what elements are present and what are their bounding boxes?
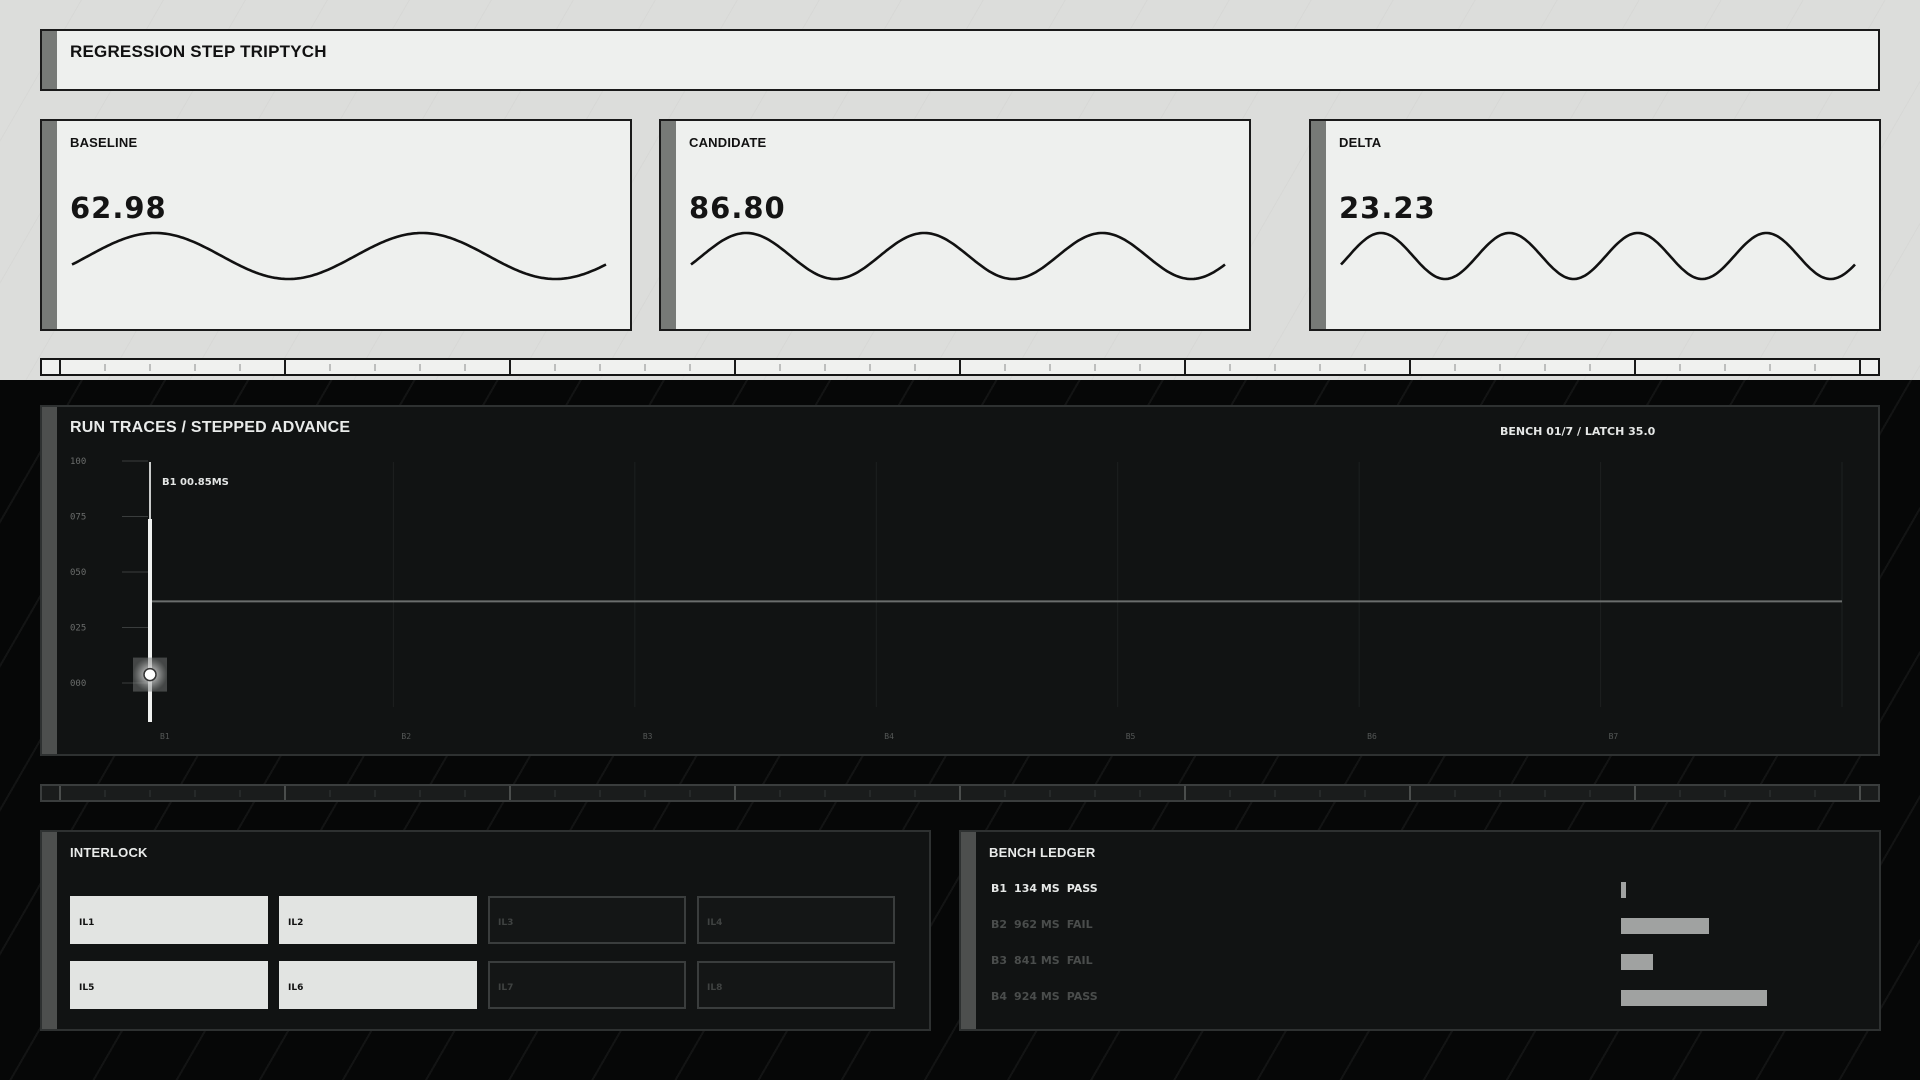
interlock-il1[interactable]: IL1 [70, 896, 268, 944]
panel-accent [661, 121, 676, 329]
ledger-bar [1621, 954, 1653, 970]
ruler-ticks [59, 786, 1861, 800]
header-panel: REGRESSION STEP TRIPTYCH [40, 29, 1880, 91]
interlock-panel: INTERLOCK IL1 IL2 IL3 IL4 IL5 IL6 IL7 IL8 [40, 830, 931, 1031]
ledger-duration: 841 MS [1014, 954, 1060, 967]
sparkline-delta [1340, 231, 1856, 281]
category-label: B5 [1126, 732, 1136, 741]
ledger-status: FAIL [1066, 954, 1093, 967]
marker-dot [143, 667, 157, 682]
ledger-bench: B4 [991, 990, 1008, 1003]
category-label: B6 [1367, 732, 1377, 741]
interlock-label: IL5 [79, 983, 95, 993]
interlock-title: INTERLOCK [70, 845, 148, 860]
ledger-bar [1621, 990, 1767, 1006]
interlock-il7[interactable]: IL7 [488, 961, 686, 1009]
interlock-label: IL1 [79, 918, 95, 928]
metric-card-candidate: CANDIDATE 86.80 [659, 119, 1251, 331]
interlock-label: IL6 [288, 983, 304, 993]
sparkline-path [690, 231, 1226, 281]
interlock-il6[interactable]: IL6 [279, 961, 477, 1009]
category-label: B4 [884, 732, 894, 741]
ledger-duration: 134 MS [1014, 882, 1060, 895]
category-label: B1 [160, 732, 170, 741]
interlock-il4[interactable]: IL4 [697, 896, 895, 944]
panel-accent [42, 31, 57, 89]
panel-accent [961, 832, 976, 1029]
run-traces-panel: RUN TRACES / STEPPED ADVANCE BENCH 01/7 … [40, 405, 1880, 756]
marker-readout: B1 00.85MS [162, 477, 229, 488]
metric-label: DELTA [1339, 135, 1382, 150]
interlock-il8[interactable]: IL8 [697, 961, 895, 1009]
metric-card-delta: DELTA 23.23 [1309, 119, 1881, 331]
ledger-bench: B1 [991, 882, 1008, 895]
interlock-il2[interactable]: IL2 [279, 896, 477, 944]
category-label: B3 [643, 732, 653, 741]
ledger-row: B4 924 MS PASS [991, 990, 1105, 1003]
step-ruler-light [40, 358, 1880, 376]
interlock-label: IL3 [498, 918, 514, 928]
interlock-label: IL2 [288, 918, 304, 928]
interlock-il5[interactable]: IL5 [70, 961, 268, 1009]
y-tick-label: 100 [70, 457, 86, 467]
y-tick-label: 050 [70, 568, 86, 578]
ledger-bench: B3 [991, 954, 1008, 967]
sparkline-baseline [71, 231, 607, 281]
run-trace-chart: B1 B2 B3 B4 B5 B6 B7 100 075 050 025 000 [70, 457, 1843, 741]
sparkline-candidate [690, 231, 1226, 281]
y-tick-label: 025 [70, 624, 86, 634]
category-label: B7 [1609, 732, 1619, 741]
panel-accent [1311, 121, 1326, 329]
ledger-status: PASS [1066, 990, 1098, 1003]
ledger-row: B1 134 MS PASS [991, 882, 1105, 895]
ledger-duration: 962 MS [1014, 918, 1060, 931]
sparkline-path [1340, 231, 1856, 281]
ledger-status: PASS [1066, 882, 1098, 895]
metric-card-baseline: BASELINE 62.98 [40, 119, 632, 331]
metric-label: BASELINE [70, 135, 138, 150]
page-title: REGRESSION STEP TRIPTYCH [70, 42, 327, 61]
step-ruler-dark [40, 784, 1880, 802]
y-tick-label: 000 [70, 679, 86, 689]
ruler-ticks [59, 360, 1861, 374]
ledger-bar [1621, 882, 1626, 898]
interlock-label: IL4 [707, 918, 723, 928]
y-tick-label: 075 [70, 513, 86, 523]
ledger-status: FAIL [1066, 918, 1093, 931]
ledger-duration: 924 MS [1014, 990, 1060, 1003]
interlock-il3[interactable]: IL3 [488, 896, 686, 944]
ledger-bench: B2 [991, 918, 1008, 931]
panel-accent [42, 121, 57, 329]
bench-ledger-panel: BENCH LEDGER B1 134 MS PASS B2 962 MS FAIL B3 8… [959, 830, 1881, 1031]
category-label: B2 [401, 732, 411, 741]
ledger-row: B2 962 MS FAIL [991, 918, 1100, 931]
sparkline-path [71, 231, 607, 281]
bench-ledger-title: BENCH LEDGER [989, 845, 1096, 860]
metric-label: CANDIDATE [689, 135, 767, 150]
ledger-bar [1621, 918, 1709, 934]
ledger-row: B3 841 MS FAIL [991, 954, 1100, 967]
interlock-label: IL8 [707, 983, 723, 993]
panel-accent [42, 832, 57, 1029]
interlock-label: IL7 [498, 983, 514, 993]
